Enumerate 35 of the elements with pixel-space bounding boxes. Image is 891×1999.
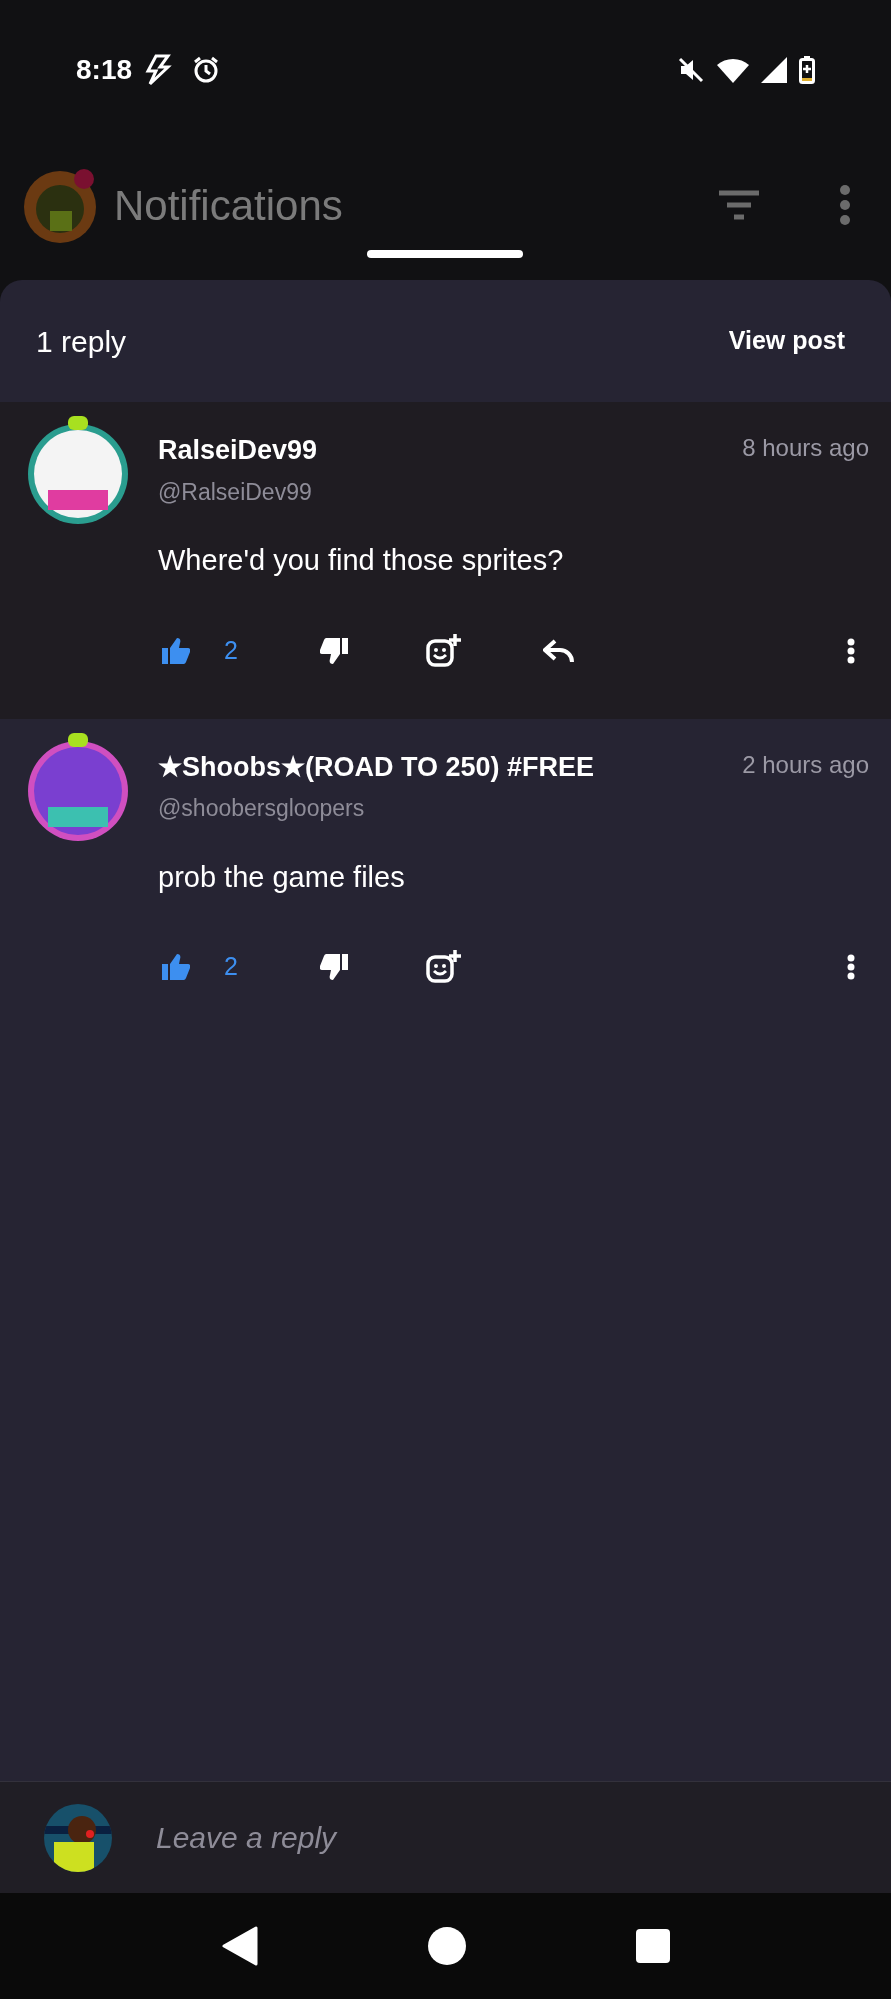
thumbs-down-icon[interactable] bbox=[320, 637, 348, 664]
thumbs-up-icon[interactable] bbox=[162, 954, 190, 980]
timestamp: 2 hours ago bbox=[742, 749, 869, 780]
thumbs-up-icon[interactable] bbox=[162, 637, 190, 664]
app-title: Notifications bbox=[114, 180, 344, 231]
comment-text: Where'd you find those sprites? bbox=[158, 543, 564, 578]
back-icon[interactable] bbox=[221, 1926, 258, 1966]
username[interactable]: ★Shoobs★(ROAD TO 250) #FREE bbox=[158, 746, 729, 787]
user-handle: @RalseiDev99 bbox=[158, 477, 312, 507]
username[interactable]: RalseiDev99 bbox=[158, 430, 729, 471]
more-icon[interactable] bbox=[847, 637, 855, 664]
reply-icon[interactable] bbox=[543, 638, 575, 663]
like-count: 2 bbox=[224, 634, 238, 666]
alarm-icon bbox=[192, 56, 221, 84]
timestamp: 8 hours ago bbox=[742, 433, 869, 463]
home-icon[interactable] bbox=[427, 1927, 466, 1965]
sheet-title: 1 reply bbox=[36, 323, 127, 360]
mute-icon bbox=[677, 56, 705, 84]
recents-icon[interactable] bbox=[635, 1929, 670, 1963]
lightning-icon bbox=[144, 54, 173, 86]
more-icon[interactable] bbox=[847, 954, 855, 980]
battery-icon bbox=[799, 56, 815, 84]
comment-text: prob the game files bbox=[158, 859, 405, 895]
reply-bar[interactable]: Leave a reply bbox=[0, 1781, 891, 1893]
view-post-button[interactable]: View post bbox=[728, 322, 845, 360]
add-reaction-icon[interactable] bbox=[426, 632, 462, 669]
status-time: 8:18 bbox=[76, 53, 133, 87]
filter-icon[interactable] bbox=[719, 190, 759, 220]
add-reaction-icon[interactable] bbox=[426, 949, 462, 985]
user-handle: @shoobersgloopers bbox=[158, 794, 365, 823]
like-count: 2 bbox=[224, 951, 238, 983]
signal-icon bbox=[761, 57, 787, 83]
drag-handle[interactable] bbox=[367, 250, 523, 258]
wifi-icon bbox=[717, 57, 749, 83]
thumbs-down-icon[interactable] bbox=[320, 954, 348, 980]
